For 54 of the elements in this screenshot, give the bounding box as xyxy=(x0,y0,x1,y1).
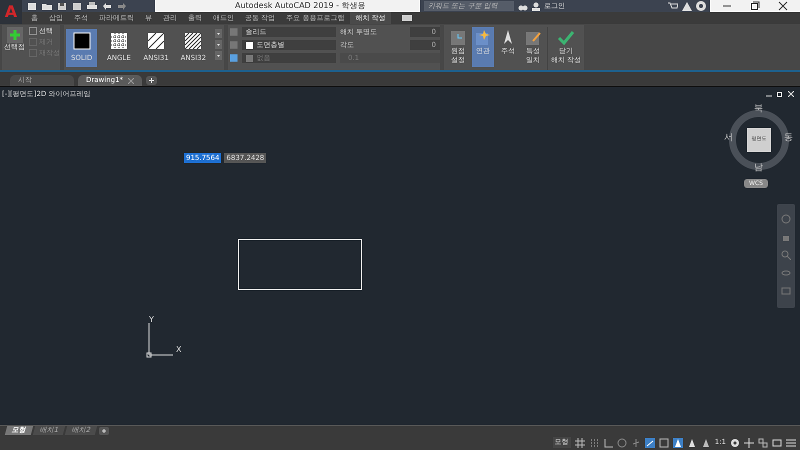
compass-direction[interactable]: 동 xyxy=(784,134,793,143)
selection-cycle-icon[interactable] xyxy=(658,438,669,448)
print-icon xyxy=(87,2,97,10)
cart-icon[interactable] xyxy=(668,2,678,10)
axis-label: X xyxy=(176,346,182,354)
dotted-square-icon xyxy=(29,27,37,35)
save-as-icon xyxy=(72,2,82,10)
osnap-icon[interactable] xyxy=(630,438,641,448)
lineweight-icon[interactable] xyxy=(644,438,655,448)
annotation-visibility-icon[interactable] xyxy=(700,438,711,448)
associative-icon xyxy=(474,29,492,47)
fullscreen-icon[interactable] xyxy=(772,438,782,448)
menu-icon[interactable] xyxy=(786,438,796,448)
hatch-swatch-icon xyxy=(147,32,166,50)
compass-direction[interactable]: 서 xyxy=(724,134,733,143)
grid-icon[interactable] xyxy=(574,438,585,448)
grid-swatch-icon xyxy=(110,32,128,50)
window-title: Autodesk AutoCAD 2019 - 학생용 xyxy=(235,0,366,12)
annotation-icon[interactable] xyxy=(672,438,683,448)
restore-icon[interactable] xyxy=(777,91,783,97)
user-icon xyxy=(532,2,540,10)
isolate-icon[interactable] xyxy=(758,438,768,448)
scroll-up-icon[interactable] xyxy=(215,29,222,38)
add-tab-icon[interactable] xyxy=(146,76,157,85)
undo-icon xyxy=(102,2,112,10)
redo-icon xyxy=(117,2,127,10)
origin-icon xyxy=(449,29,467,47)
plus-icon xyxy=(6,27,22,43)
dotted-square-icon xyxy=(29,49,37,57)
add-layout-icon[interactable] xyxy=(98,426,109,434)
close-icon xyxy=(128,78,134,84)
snap-icon[interactable] xyxy=(588,438,599,448)
annotation-scale-icon[interactable] xyxy=(686,438,697,448)
expand-icon[interactable] xyxy=(215,51,222,60)
axis-label: Y xyxy=(149,316,154,324)
plus-icon[interactable] xyxy=(744,438,754,448)
solid-swatch-icon xyxy=(72,32,91,50)
dotted-square-icon xyxy=(29,38,37,46)
color-swatch-icon xyxy=(246,42,253,48)
triangle-icon[interactable] xyxy=(682,2,692,10)
restore-icon[interactable] xyxy=(750,1,760,11)
new-file-icon xyxy=(27,2,37,10)
ortho-icon[interactable] xyxy=(602,438,613,448)
panel-toggle-icon[interactable] xyxy=(400,14,414,22)
save-icon xyxy=(57,2,67,10)
hatch2-swatch-icon xyxy=(184,32,202,50)
scroll-down-icon[interactable] xyxy=(215,40,222,49)
color-swatch-icon xyxy=(246,54,253,62)
polar-icon[interactable] xyxy=(616,438,627,448)
compass-direction[interactable]: 북 xyxy=(754,105,763,114)
match-icon xyxy=(524,29,542,47)
close-icon xyxy=(557,29,576,47)
compass-direction[interactable]: 남 xyxy=(754,164,763,173)
close-icon[interactable] xyxy=(778,1,788,11)
